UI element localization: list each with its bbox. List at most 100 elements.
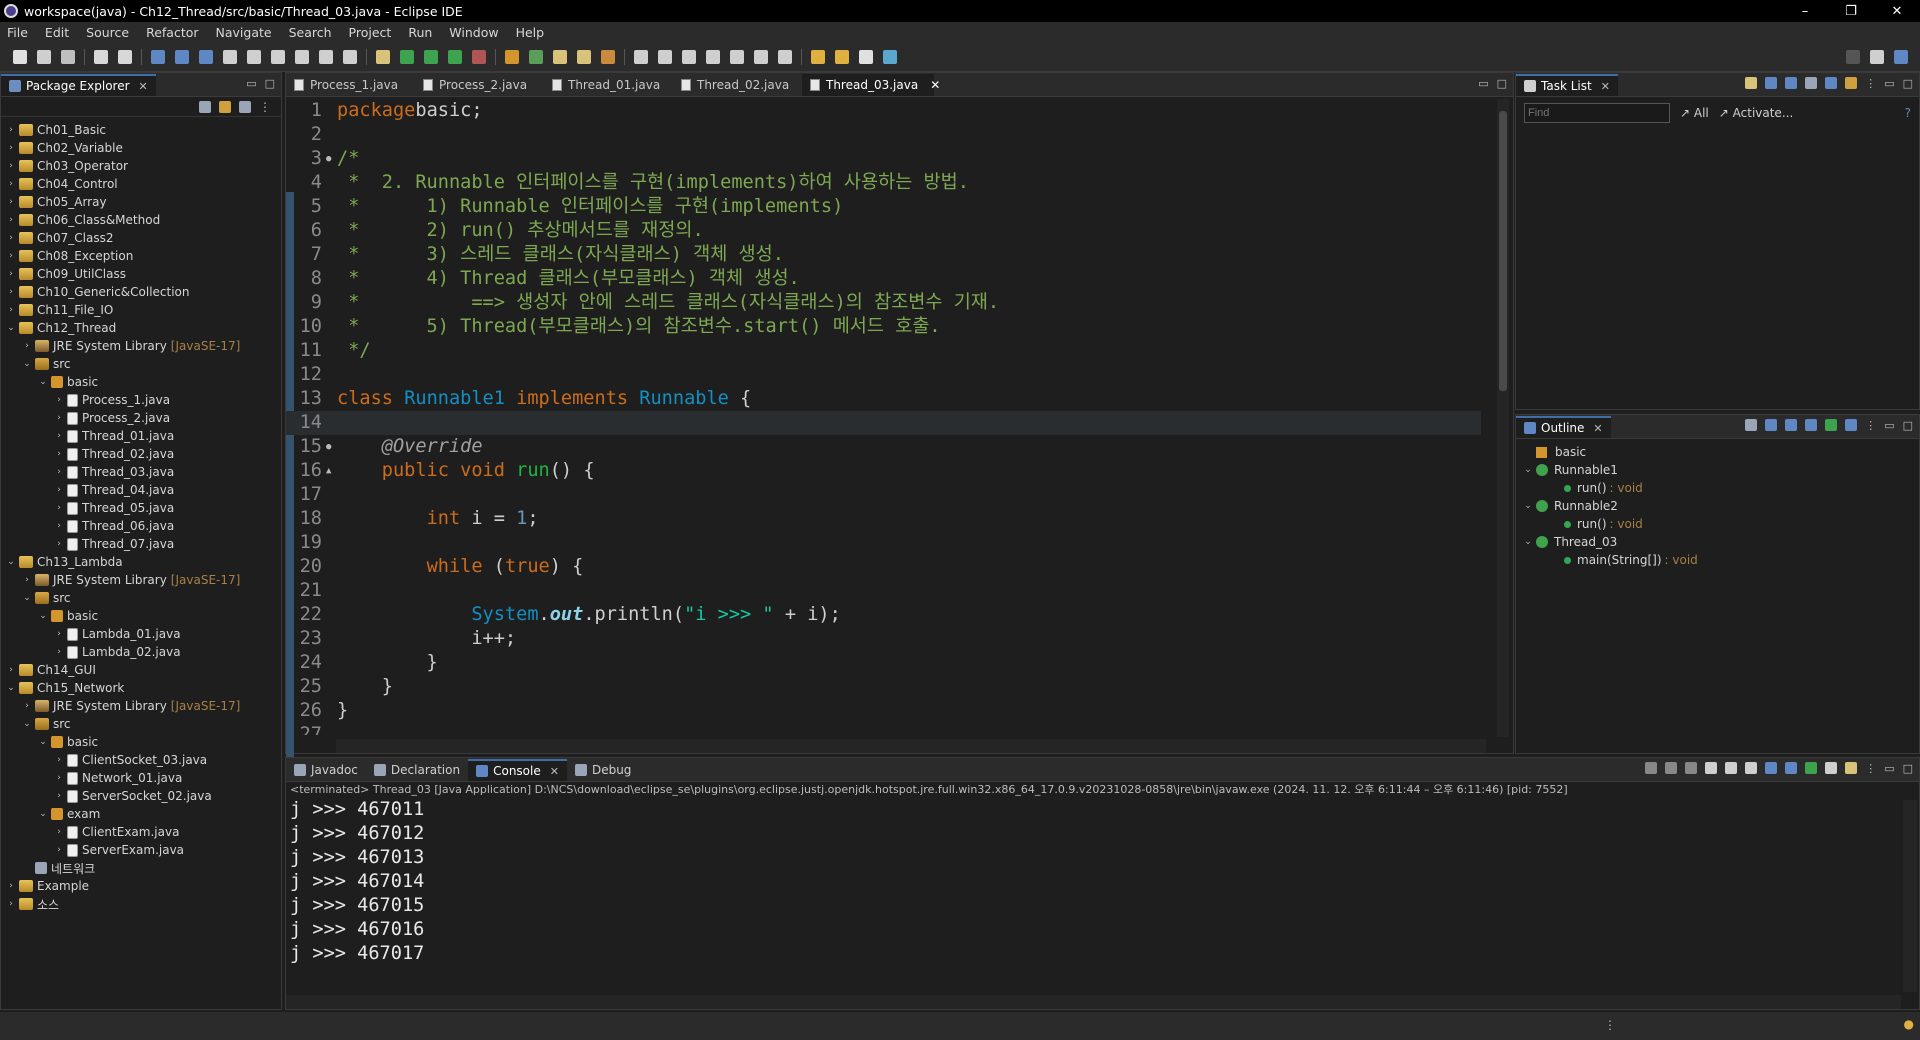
toggle-block-selection-icon[interactable]: [682, 49, 696, 64]
tree-item[interactable]: ⌄ basic: [1, 373, 281, 391]
step-over-icon[interactable]: [319, 49, 333, 64]
tab-package-explorer[interactable]: Package Explorer ✕: [1, 74, 156, 96]
chevron-down-icon[interactable]: ⌄: [21, 719, 33, 729]
link-with-editor-icon[interactable]: [219, 100, 231, 113]
hide-fields-icon[interactable]: [1785, 419, 1798, 431]
open-console-icon[interactable]: [1845, 762, 1858, 774]
new-package-icon[interactable]: [529, 49, 543, 64]
open-task-icon[interactable]: [376, 49, 390, 64]
outline-item[interactable]: ⌄ Thread_03: [1516, 533, 1919, 551]
chevron-right-icon[interactable]: ›: [53, 539, 65, 549]
show-whitespace-icon[interactable]: [706, 49, 720, 64]
chevron-right-icon[interactable]: ›: [21, 341, 33, 351]
chevron-right-icon[interactable]: ›: [53, 791, 65, 801]
tree-item[interactable]: › Network_01.java: [1, 769, 281, 787]
categorized-icon[interactable]: [1765, 77, 1778, 89]
chevron-down-icon[interactable]: ⌄: [5, 557, 17, 567]
tree-item[interactable]: › Thread_03.java: [1, 463, 281, 481]
focus-icon[interactable]: [239, 100, 251, 113]
tree-item[interactable]: › JRE System Library [JavaSE-17]: [1, 697, 281, 715]
tree-item[interactable]: › Thread_02.java: [1, 445, 281, 463]
chevron-right-icon[interactable]: ›: [53, 467, 65, 477]
suspend-icon[interactable]: [223, 49, 237, 64]
close-window-button[interactable]: ✕: [1874, 0, 1920, 22]
chevron-right-icon[interactable]: ›: [5, 251, 17, 261]
tree-item[interactable]: › Lambda_02.java: [1, 643, 281, 661]
search-icon[interactable]: [601, 49, 615, 64]
maximize-view-icon[interactable]: □: [1903, 762, 1913, 775]
resume-icon[interactable]: [199, 49, 213, 64]
status-menu-icon[interactable]: ⋮: [1604, 1018, 1616, 1032]
chevron-right-icon[interactable]: ›: [53, 503, 65, 513]
chevron-right-icon[interactable]: ›: [21, 701, 33, 711]
filter-icon[interactable]: [1805, 77, 1818, 89]
tab-outline[interactable]: Outline ✕: [1516, 416, 1611, 438]
tree-item[interactable]: ⌄ Ch15_Network: [1, 679, 281, 697]
tree-item[interactable]: › Ch01_Basic: [1, 121, 281, 139]
open-type-icon[interactable]: [577, 49, 591, 64]
help-icon[interactable]: ?: [1905, 106, 1911, 120]
tab-console[interactable]: Console ✕: [468, 759, 567, 781]
step-into-icon[interactable]: [295, 49, 309, 64]
all-link[interactable]: ↗ All: [1680, 106, 1709, 120]
tree-item[interactable]: › Thread_07.java: [1, 535, 281, 553]
minimize-view-icon[interactable]: ▭: [1478, 77, 1488, 90]
maximize-view-icon[interactable]: □: [265, 77, 275, 90]
run-icon[interactable]: [424, 49, 438, 64]
minimize-view-icon[interactable]: ▭: [246, 77, 256, 90]
tree-item[interactable]: › Process_2.java: [1, 409, 281, 427]
outline-item[interactable]: ⌄ Runnable2: [1516, 497, 1919, 515]
chevron-right-icon[interactable]: ›: [21, 575, 33, 585]
coverage-icon[interactable]: [448, 49, 462, 64]
sort-icon[interactable]: [1765, 419, 1778, 431]
tree-item[interactable]: › JRE System Library [JavaSE-17]: [1, 337, 281, 355]
java-perspective-icon[interactable]: [1894, 49, 1908, 64]
scroll-thumb[interactable]: [1499, 111, 1507, 391]
tree-item[interactable]: › Example: [1, 877, 281, 895]
redo-icon[interactable]: [118, 49, 132, 64]
editor-vertical-scrollbar[interactable]: [1497, 99, 1509, 737]
tree-item[interactable]: › ClientSocket_03.java: [1, 751, 281, 769]
step-return-icon[interactable]: [343, 49, 357, 64]
tree-item[interactable]: › Ch09_UtilClass: [1, 265, 281, 283]
tip-lightbulb-icon[interactable]: ●: [1904, 1017, 1914, 1031]
tree-item[interactable]: ⌄ src: [1, 355, 281, 373]
debug-icon[interactable]: [400, 49, 414, 64]
chevron-right-icon[interactable]: ›: [53, 485, 65, 495]
console-horizontal-scrollbar[interactable]: [286, 995, 1901, 1009]
show-on-output-icon[interactable]: [1765, 762, 1778, 774]
chevron-down-icon[interactable]: ⌄: [5, 683, 17, 693]
menu-run[interactable]: Run: [401, 25, 442, 40]
pin-console-icon[interactable]: [1805, 762, 1818, 774]
quick-access-icon[interactable]: [1846, 49, 1860, 64]
word-wrap-icon[interactable]: [1745, 762, 1758, 774]
new-java-project-icon[interactable]: [505, 49, 519, 64]
outline-item[interactable]: main(String[]): void: [1516, 551, 1919, 569]
last-edit-location-icon[interactable]: [811, 49, 825, 64]
outline-item[interactable]: run(): void: [1516, 515, 1919, 533]
maximize-view-icon[interactable]: □: [1903, 419, 1913, 432]
chevron-down-icon[interactable]: ⌄: [37, 377, 49, 387]
tree-item[interactable]: ⌄ basic: [1, 733, 281, 751]
toggle-mark-occurrences-icon[interactable]: [634, 49, 648, 64]
chevron-down-icon[interactable]: ⌄: [5, 323, 17, 333]
menu-navigate[interactable]: Navigate: [209, 25, 282, 40]
tree-item[interactable]: ⌄ src: [1, 715, 281, 733]
editor-tab[interactable]: Process_1.java: [286, 74, 415, 96]
view-menu-icon[interactable]: ⋮: [1865, 419, 1876, 432]
terminate-icon[interactable]: [1645, 762, 1658, 774]
tab-declaration[interactable]: Declaration: [366, 759, 468, 781]
tab-javadoc[interactable]: Javadoc: [286, 759, 366, 781]
menu-project[interactable]: Project: [342, 25, 402, 40]
disconnect-icon[interactable]: [271, 49, 285, 64]
hide-local-types-icon[interactable]: [1845, 419, 1858, 431]
editor-tab[interactable]: Thread_02.java: [673, 74, 802, 96]
new-class-icon[interactable]: [553, 49, 567, 64]
outline-item[interactable]: run(): void: [1516, 479, 1919, 497]
tree-item[interactable]: › Thread_05.java: [1, 499, 281, 517]
chevron-down-icon[interactable]: ⌄: [1522, 501, 1534, 511]
tree-item[interactable]: › JRE System Library [JavaSE-17]: [1, 571, 281, 589]
chevron-right-icon[interactable]: ›: [5, 179, 17, 189]
chevron-down-icon[interactable]: ⌄: [21, 359, 33, 369]
editor-tab[interactable]: Thread_03.java ✕: [802, 74, 940, 96]
